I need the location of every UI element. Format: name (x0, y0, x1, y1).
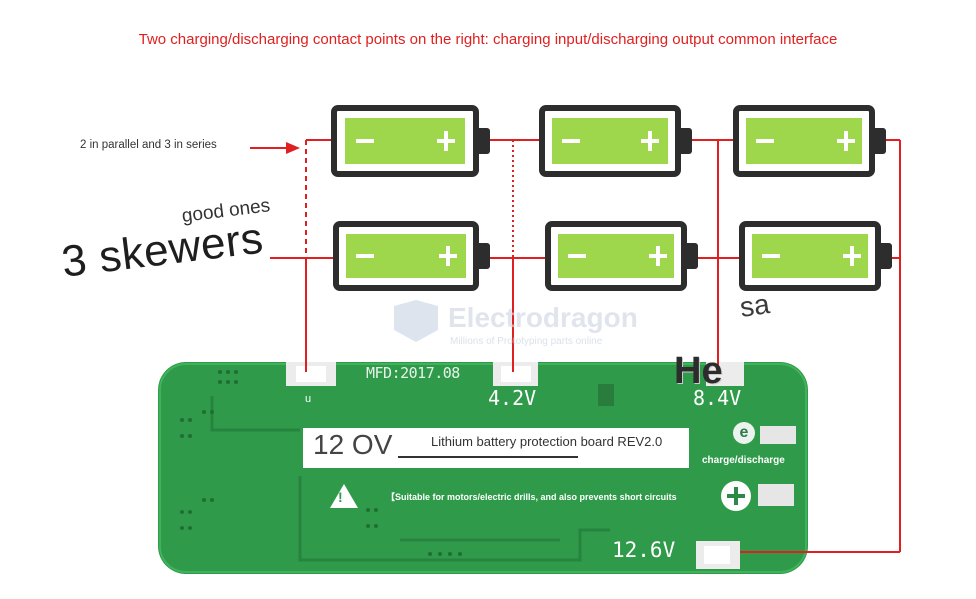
warning-mark: ! (338, 489, 343, 505)
battery-icon (733, 105, 886, 177)
plus-circle-icon (721, 481, 751, 511)
watermark-tagline: Millions of Prototyping parts online (450, 336, 603, 347)
board-model: MFD:2017.08 (366, 364, 460, 382)
rating-underline (398, 456, 578, 458)
board-title: Lithium battery protection board REV2.0 (431, 434, 663, 449)
battery-icon (545, 221, 698, 291)
terminal-8v4-label: 8.4V (693, 386, 742, 410)
sa-annotation: sa (737, 288, 772, 323)
warning-icon (330, 484, 358, 508)
battery-icon (333, 221, 490, 291)
e-icon: e (733, 422, 755, 444)
charge-discharge-label: charge/discharge (702, 455, 785, 466)
terminal-12v6-label: 12.6V (612, 538, 676, 562)
parallel-series-note: 2 in parallel and 3 in series (80, 139, 217, 151)
terminal-u-label: u (305, 393, 312, 405)
battery-icon (331, 105, 490, 177)
terminal-4v2-label: 4.2V (488, 386, 537, 410)
battery-icon (539, 105, 692, 177)
watermark-brand: Electrodragon (448, 302, 638, 333)
suitability-note: 【Suitable for motors/electric drills, an… (386, 492, 677, 502)
battery-icon (739, 221, 892, 291)
circuit-diagram (158, 105, 901, 574)
board-rating: 12 OV (313, 429, 393, 460)
watermark-logo-icon (394, 300, 438, 342)
